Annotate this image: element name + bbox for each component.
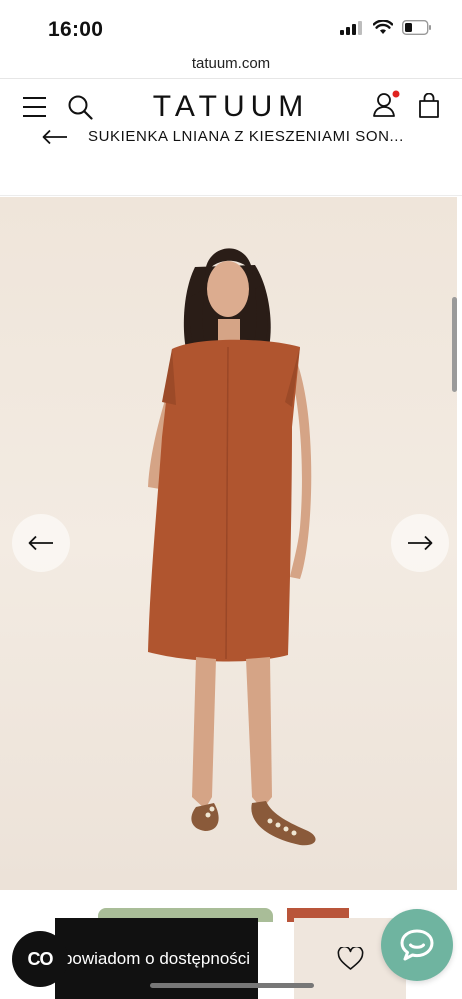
product-title: SUKIENKA LNIANA Z KIESZENIAMI SON... — [88, 128, 404, 145]
arrow-left-icon — [28, 535, 53, 551]
signal-icon — [340, 20, 362, 35]
brand-badge[interactable]: CO — [12, 931, 68, 987]
gallery-next-button[interactable] — [391, 514, 449, 572]
status-time: 16:00 — [48, 18, 104, 41]
battery-icon — [402, 20, 431, 35]
product-breadcrumb: SUKIENKA LNIANA Z KIESZENIAMI SON... — [42, 128, 404, 145]
notify-button-label: powiadom o dostępności — [62, 949, 251, 968]
address-bar[interactable]: tatuum.com — [0, 50, 462, 79]
account-icon[interactable] — [372, 90, 402, 120]
status-icons — [340, 20, 432, 35]
cart-icon[interactable] — [418, 93, 440, 119]
notification-dot — [392, 90, 400, 98]
arrow-right-icon — [408, 535, 433, 551]
status-bar: 16:00 — [0, 0, 462, 50]
wifi-icon — [373, 20, 393, 34]
gallery-prev-button[interactable] — [12, 514, 70, 572]
chat-icon — [400, 929, 434, 961]
heart-icon — [337, 946, 363, 970]
page-scrollbar[interactable] — [452, 297, 457, 392]
chat-button[interactable] — [381, 909, 453, 981]
home-indicator — [150, 983, 314, 988]
back-arrow-icon[interactable] — [42, 129, 68, 145]
